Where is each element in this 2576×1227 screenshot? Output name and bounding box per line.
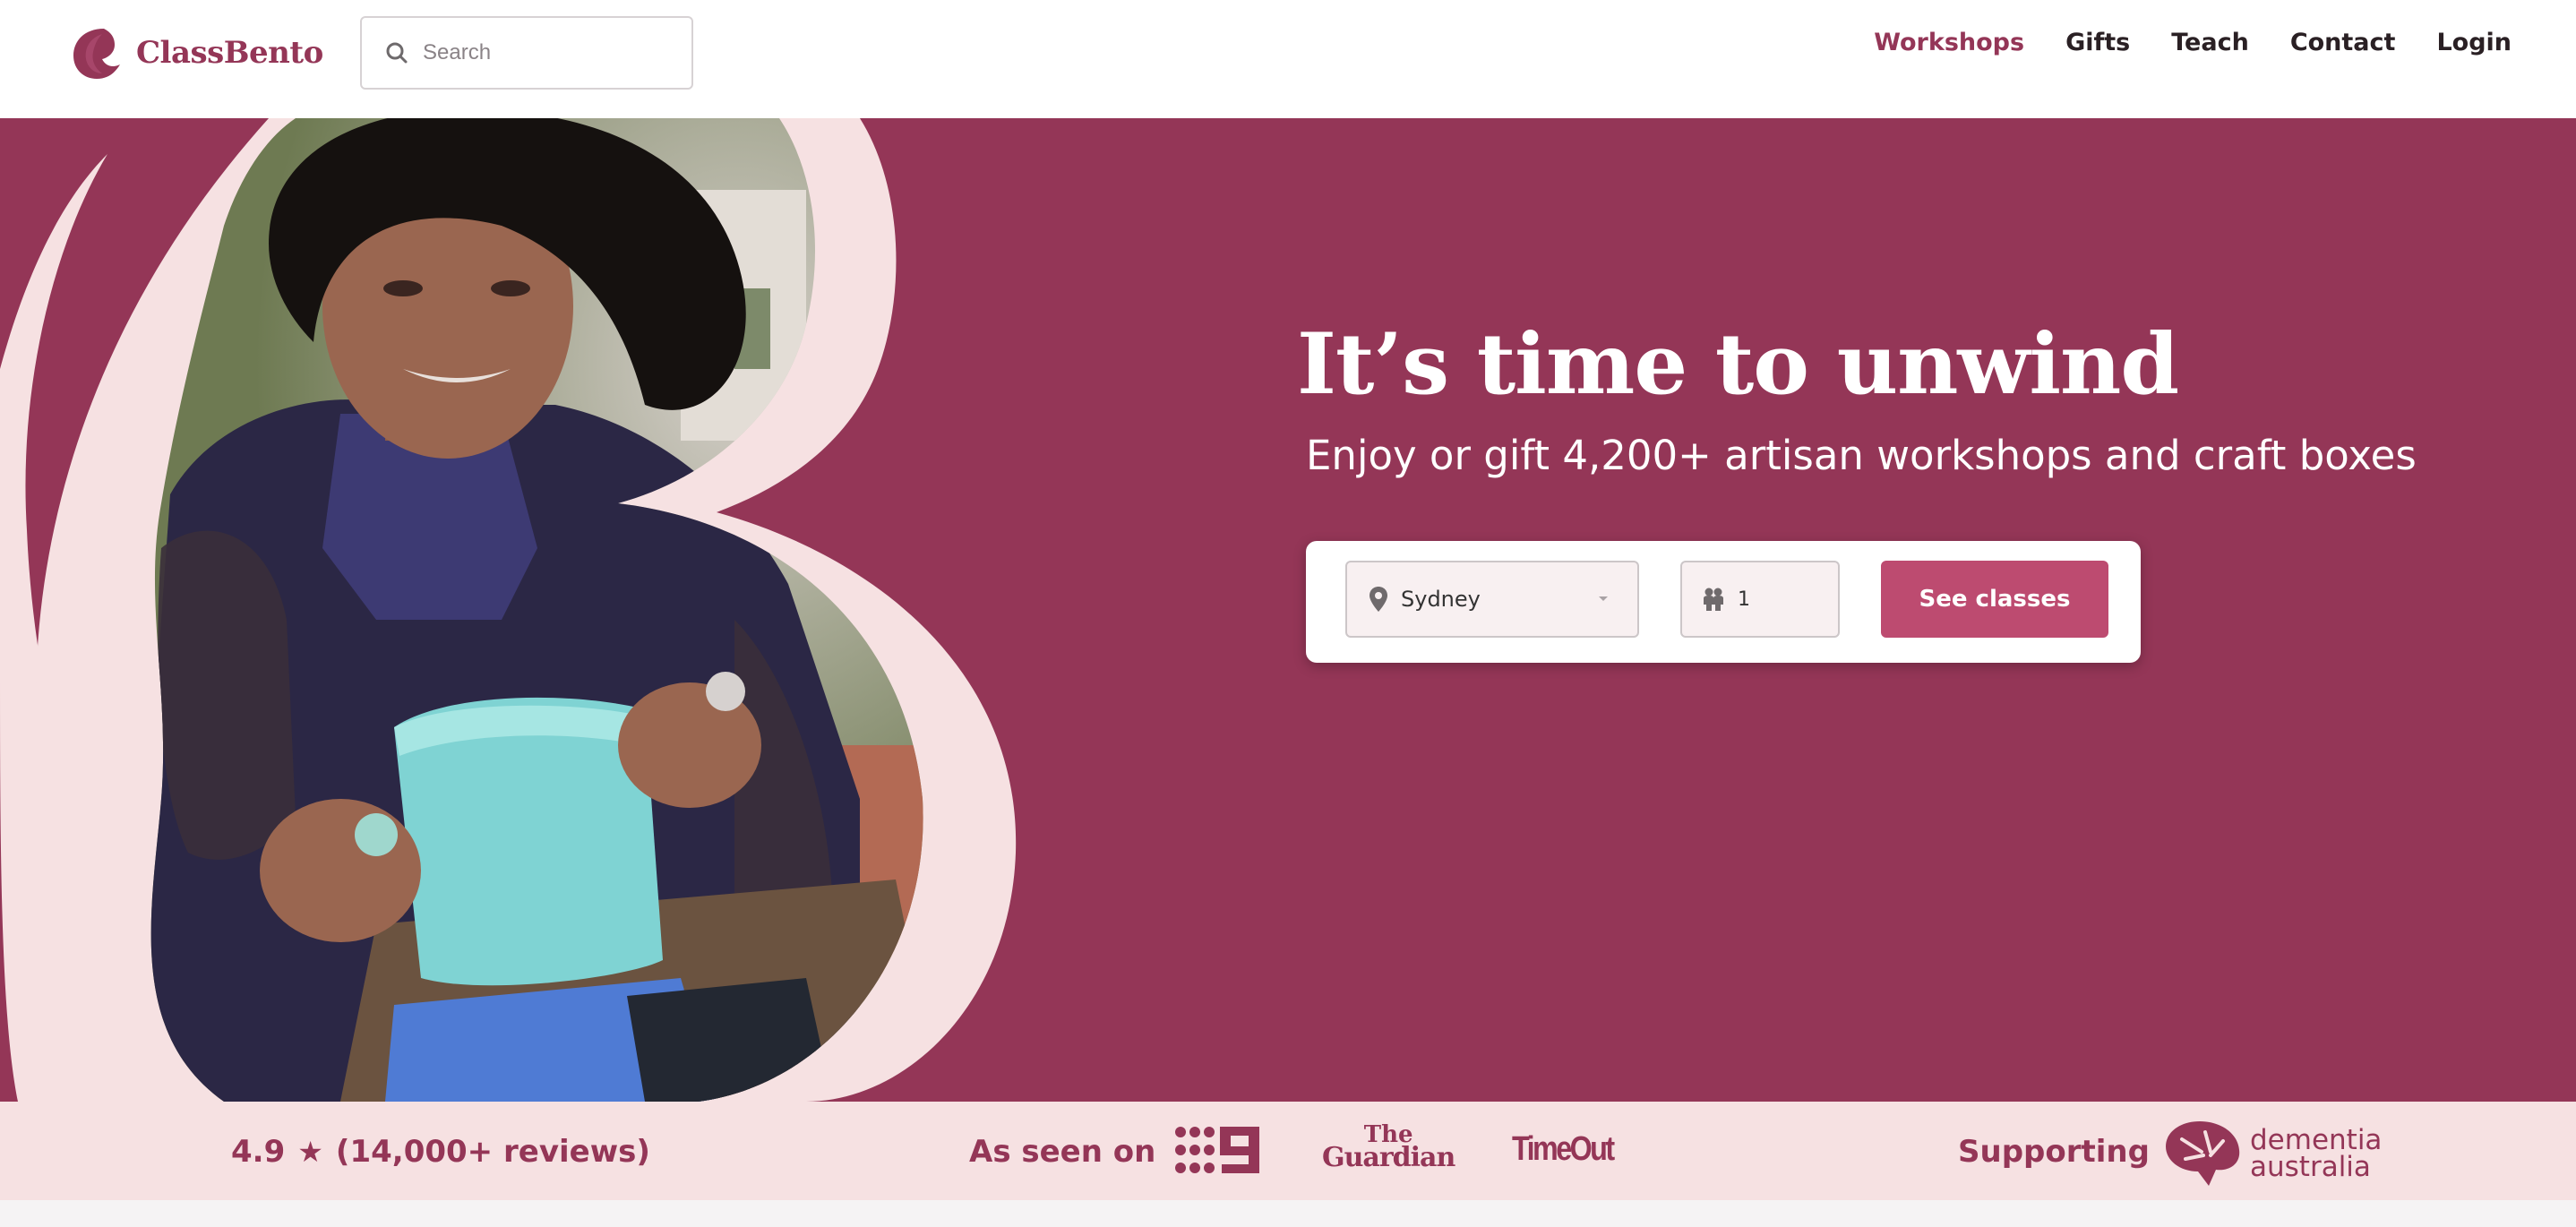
location-select[interactable]: Sydney bbox=[1345, 561, 1639, 638]
supporting-label: Supporting bbox=[1958, 1134, 2150, 1170]
main-nav: Workshops Gifts Teach Contact Login bbox=[1874, 29, 2512, 56]
hero-title: It’s time to unwind bbox=[1297, 315, 2179, 414]
time-out-logo: TimeOut bbox=[1512, 1130, 1615, 1168]
channel-nine-logo bbox=[1175, 1127, 1259, 1173]
see-classes-button[interactable]: See classes bbox=[1881, 561, 2108, 638]
dementia-text-line1: dementia bbox=[2250, 1124, 2383, 1156]
dementia-australia-logo: dementia australia bbox=[2164, 1120, 2382, 1188]
search-box[interactable] bbox=[360, 16, 693, 90]
classbento-logo-icon bbox=[73, 29, 120, 79]
as-seen-on-label: As seen on bbox=[969, 1134, 1156, 1170]
hero-section: It’s time to unwind Enjoy or gift 4,200+… bbox=[0, 118, 2576, 1102]
star-icon: ★ bbox=[297, 1135, 323, 1169]
people-count-value: 1 bbox=[1738, 588, 1750, 611]
hero-subtitle: Enjoy or gift 4,200+ artisan workshops a… bbox=[1306, 432, 2417, 479]
search-input[interactable] bbox=[421, 39, 675, 66]
social-proof-strip: 4.9 ★ (14,000+ reviews) As seen on The G… bbox=[0, 1102, 2576, 1200]
nav-teach[interactable]: Teach bbox=[2171, 29, 2249, 56]
guardian-logo-line2: Guardian bbox=[1322, 1142, 1455, 1173]
nav-contact[interactable]: Contact bbox=[2290, 29, 2396, 56]
rating-value: 4.9 bbox=[231, 1134, 286, 1170]
rating-reviews: (14,000+ reviews) bbox=[335, 1134, 650, 1170]
booking-search-card: Sydney 1 See classes bbox=[1306, 541, 2141, 663]
search-icon bbox=[386, 42, 408, 64]
nav-gifts[interactable]: Gifts bbox=[2065, 29, 2130, 56]
dementia-australia-text: dementia australia bbox=[2250, 1124, 2383, 1183]
dementia-text-line2: australia bbox=[2250, 1151, 2371, 1183]
people-icon bbox=[1704, 588, 1723, 611]
rating-summary: 4.9 ★ (14,000+ reviews) bbox=[231, 1134, 650, 1170]
location-value: Sydney bbox=[1401, 587, 1481, 612]
hero-video-artwork bbox=[0, 118, 1017, 1102]
chevron-down-icon bbox=[1599, 596, 1608, 601]
people-count-field[interactable]: 1 bbox=[1680, 561, 1840, 638]
classbento-logo[interactable]: ClassBento bbox=[70, 25, 323, 81]
location-pin-icon bbox=[1370, 587, 1387, 612]
dementia-australia-icon bbox=[2166, 1121, 2240, 1186]
nav-workshops[interactable]: Workshops bbox=[1874, 29, 2024, 56]
brand-name: ClassBento bbox=[136, 35, 323, 71]
nav-login[interactable]: Login bbox=[2436, 29, 2512, 56]
top-navigation-bar: ClassBento Workshops Gifts Teach Contact… bbox=[0, 0, 2576, 118]
page-bottom-edge bbox=[0, 1200, 2576, 1227]
the-guardian-logo: The Guardian bbox=[1322, 1123, 1455, 1173]
